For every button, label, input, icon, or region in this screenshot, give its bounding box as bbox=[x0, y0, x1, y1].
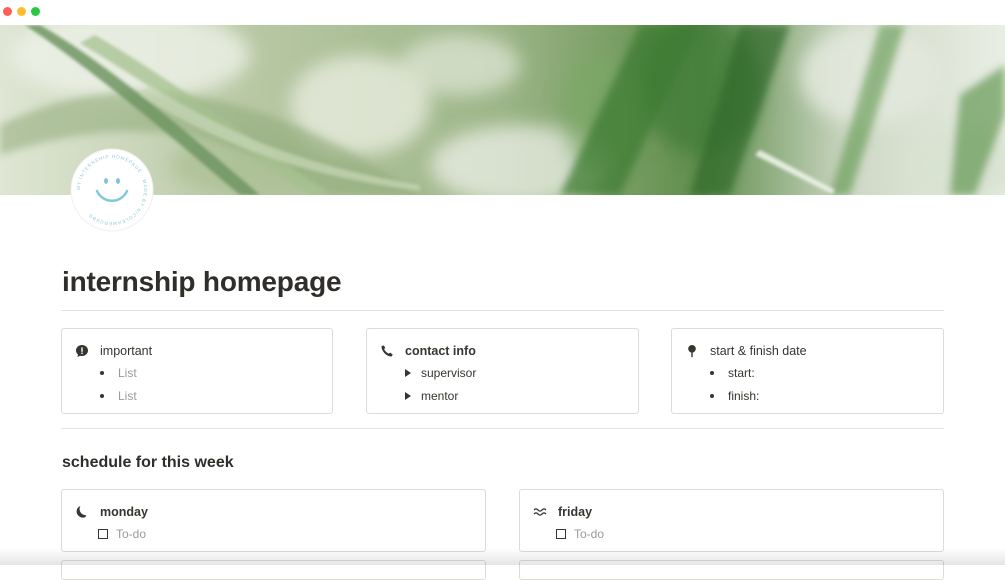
day-title: monday bbox=[100, 505, 148, 519]
bullet-icon bbox=[710, 393, 714, 398]
callout-title: important bbox=[100, 344, 153, 358]
list-item[interactable]: start: bbox=[708, 362, 759, 385]
list-item[interactable]: List bbox=[98, 362, 137, 385]
close-window-button[interactable] bbox=[3, 7, 12, 16]
todo-checkbox[interactable] bbox=[556, 529, 566, 540]
window-bottom-shadow bbox=[0, 548, 1005, 565]
bullet-icon bbox=[710, 371, 714, 376]
pin-icon bbox=[684, 343, 700, 359]
section-heading[interactable]: schedule for this week bbox=[62, 454, 234, 472]
todo-item[interactable]: To-do bbox=[98, 523, 146, 546]
phone-icon bbox=[379, 343, 395, 359]
toggle-arrow-icon[interactable] bbox=[405, 391, 411, 400]
important-callout[interactable]: important List List bbox=[61, 328, 333, 414]
dates-callout[interactable]: start & finish date start: finish: bbox=[671, 328, 944, 414]
exclamation-bubble-icon bbox=[74, 343, 90, 359]
smiley-badge-icon: MY INTERNSHIP HOMEPAGE · MADE BY NICOLEA… bbox=[70, 148, 154, 232]
bullet-icon bbox=[100, 393, 104, 398]
minimize-window-button[interactable] bbox=[17, 7, 26, 16]
page-title[interactable]: internship homepage bbox=[62, 266, 342, 298]
day-title: friday bbox=[558, 505, 593, 519]
contact-info-callout[interactable]: contact info supervisor mentor bbox=[366, 328, 639, 414]
page-icon-badge[interactable]: MY INTERNSHIP HOMEPAGE · MADE BY NICOLEA… bbox=[70, 148, 154, 232]
divider bbox=[61, 428, 944, 429]
waves-icon bbox=[532, 504, 548, 520]
bullet-icon bbox=[100, 371, 104, 376]
todo-checkbox[interactable] bbox=[98, 529, 108, 540]
friday-callout[interactable]: friday To-do bbox=[519, 489, 944, 552]
toggle-arrow-icon[interactable] bbox=[405, 369, 411, 378]
list-item[interactable]: List bbox=[98, 385, 137, 408]
callout-title: start & finish date bbox=[710, 344, 807, 358]
todo-item[interactable]: To-do bbox=[556, 523, 604, 546]
window-titlebar bbox=[0, 0, 1005, 25]
toggle-item-supervisor[interactable]: supervisor bbox=[403, 362, 476, 385]
moon-icon bbox=[74, 504, 90, 520]
zoom-window-button[interactable] bbox=[31, 7, 40, 16]
callout-title: contact info bbox=[405, 344, 476, 358]
list-item[interactable]: finish: bbox=[708, 385, 759, 408]
divider bbox=[61, 310, 944, 311]
monday-callout[interactable]: monday To-do bbox=[61, 489, 486, 552]
toggle-item-mentor[interactable]: mentor bbox=[403, 385, 476, 408]
